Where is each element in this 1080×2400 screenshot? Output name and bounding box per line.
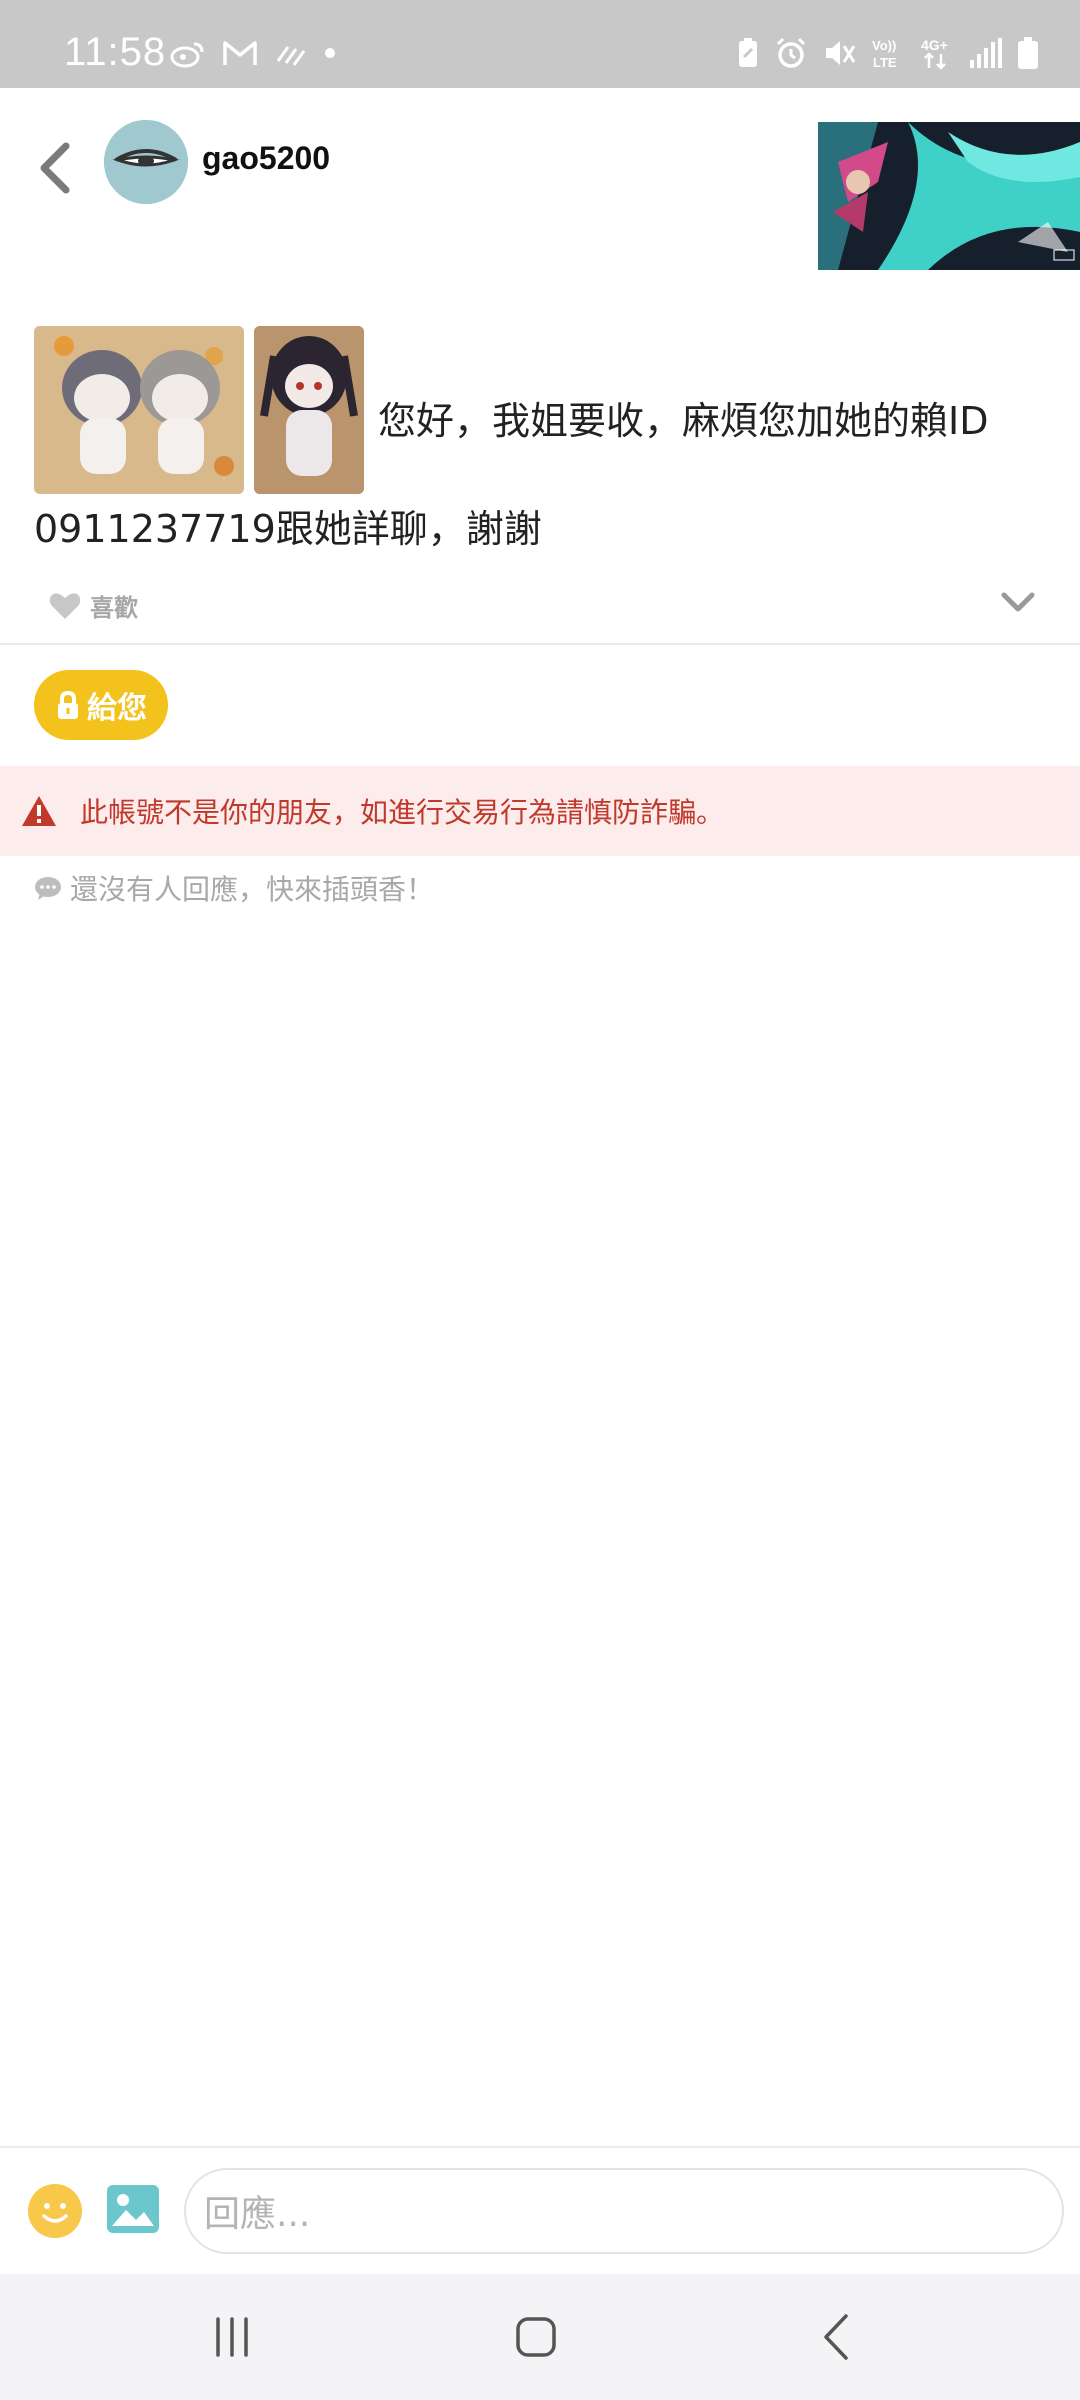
image-upload-button[interactable]	[106, 2184, 160, 2234]
scam-warning-banner: 此帳號不是你的朋友，如進行交易行為請慎防詐騙。	[0, 766, 1080, 856]
warning-triangle-icon	[20, 794, 58, 828]
recent-apps-icon	[216, 2317, 248, 2357]
status-left-icons	[170, 38, 338, 68]
nav-back-button[interactable]	[798, 2312, 878, 2362]
heart-icon	[49, 592, 81, 619]
post-images	[34, 326, 364, 494]
battery-saver-icon	[739, 38, 757, 67]
empty-comments-text: 還沒有人回應，快來插頭香！	[70, 873, 435, 906]
dot-icon	[325, 48, 335, 58]
plush-doll-photo	[254, 326, 364, 494]
chevron-down-icon	[1001, 592, 1035, 612]
signal-icon	[970, 38, 1002, 68]
lock-icon	[58, 690, 78, 719]
transfer-icon	[276, 46, 306, 66]
status-time: 11:58	[64, 30, 167, 74]
mute-icon	[826, 41, 856, 65]
post-header: gao5200	[0, 88, 1080, 278]
gmail-icon	[223, 41, 257, 65]
post-photo[interactable]	[254, 326, 364, 494]
image-icon	[107, 2185, 159, 2233]
like-button[interactable]: 喜歡	[48, 588, 138, 623]
cover-image[interactable]	[818, 122, 1080, 270]
reply-placeholder: 回應...	[204, 2194, 311, 2235]
svg-text:LTE: LTE	[873, 55, 897, 70]
status-right-icons: Vo)) LTE 4G+	[736, 36, 1040, 70]
svg-text:4G+: 4G+	[921, 37, 948, 53]
svg-text:Vo)): Vo))	[872, 38, 896, 53]
like-label: 喜歡	[90, 594, 138, 622]
username[interactable]: gao5200	[202, 140, 330, 177]
reply-bar: 回應...	[0, 2146, 1080, 2274]
divider	[0, 643, 1080, 645]
post-photo[interactable]	[34, 326, 244, 494]
anime-cover-illustration	[818, 122, 1080, 270]
post-text-line: 您好，我姐要收，麻煩您加她的賴ID	[378, 399, 989, 443]
home-icon	[516, 2317, 556, 2357]
plush-dolls-photo	[34, 326, 244, 494]
back-icon	[824, 2314, 848, 2360]
battery-icon	[1018, 37, 1038, 69]
alarm-icon	[776, 37, 806, 68]
back-button[interactable]	[24, 128, 84, 208]
chat-bubble-icon	[35, 877, 61, 900]
tip-label: 給您	[87, 691, 147, 726]
volte-icon: Vo)) LTE	[872, 38, 897, 70]
post-text-line: 0911237719跟她詳聊，謝謝	[34, 507, 542, 551]
emoji-button[interactable]	[28, 2184, 82, 2238]
reply-input[interactable]: 回應...	[184, 2168, 1064, 2254]
avatar[interactable]	[104, 120, 188, 204]
recent-apps-button[interactable]	[192, 2312, 272, 2362]
chevron-left-icon	[40, 142, 70, 194]
weibo-icon	[170, 42, 204, 68]
4g-icon: 4G+	[921, 37, 948, 70]
warning-text: 此帳號不是你的朋友，如進行交易行為請慎防詐騙。	[80, 796, 725, 829]
system-nav-bar	[0, 2274, 1080, 2400]
home-button[interactable]	[496, 2312, 576, 2362]
smiley-icon	[29, 2185, 81, 2237]
tip-button[interactable]: 給您	[34, 670, 168, 740]
expand-button[interactable]	[1000, 590, 1036, 618]
empty-comments-notice: 還沒有人回應，快來插頭香！	[34, 868, 434, 908]
avatar-eye-icon	[104, 120, 188, 204]
status-bar: 11:58 Vo)) LTE 4G+	[0, 0, 1080, 88]
reaction-row: 喜歡	[0, 580, 1080, 642]
